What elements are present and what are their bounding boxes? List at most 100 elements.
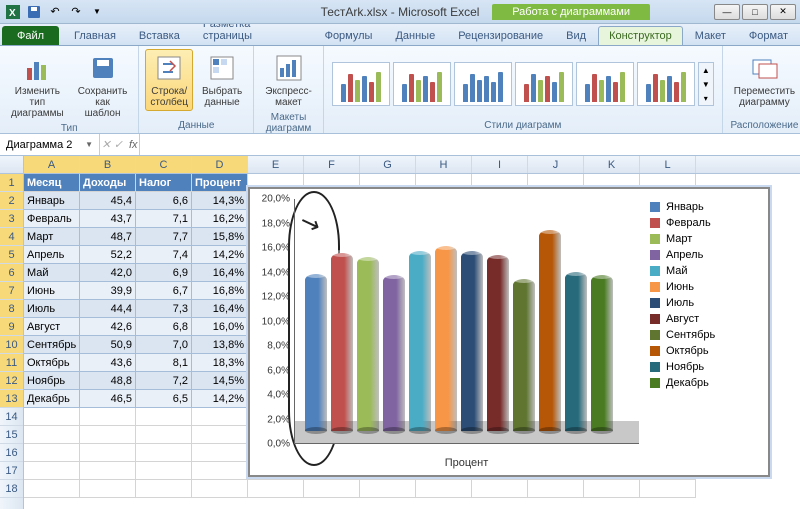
chart-bar[interactable] (487, 255, 509, 431)
tab-file[interactable]: Файл (2, 26, 59, 45)
cell[interactable] (640, 480, 696, 498)
cell[interactable] (472, 480, 528, 498)
cell[interactable]: 45,4 (80, 192, 136, 210)
cell[interactable]: Май (24, 264, 80, 282)
row-header[interactable]: 3 (0, 210, 23, 228)
cell[interactable]: Месяц (24, 174, 80, 192)
column-header[interactable]: L (640, 156, 696, 173)
row-header[interactable]: 11 (0, 354, 23, 372)
excel-icon[interactable]: X (4, 3, 22, 21)
column-header[interactable]: C (136, 156, 192, 173)
cell[interactable] (80, 444, 136, 462)
cell[interactable] (136, 444, 192, 462)
cell[interactable]: 48,7 (80, 228, 136, 246)
cell[interactable]: 46,5 (80, 390, 136, 408)
column-header[interactable]: D (192, 156, 248, 173)
cell[interactable]: 8,1 (136, 354, 192, 372)
cell[interactable]: 50,9 (80, 336, 136, 354)
chart-bar[interactable] (357, 257, 379, 431)
cell[interactable]: Доходы (80, 174, 136, 192)
row-header[interactable]: 4 (0, 228, 23, 246)
cell[interactable]: 6,9 (136, 264, 192, 282)
legend-item[interactable]: Июль (650, 297, 760, 309)
row-header[interactable]: 12 (0, 372, 23, 390)
chart-bar[interactable] (539, 230, 561, 431)
cell[interactable]: 43,6 (80, 354, 136, 372)
tab-chart-layout[interactable]: Макет (684, 26, 737, 45)
cell[interactable]: 14,5% (192, 372, 248, 390)
row-header[interactable]: 9 (0, 318, 23, 336)
cell[interactable] (248, 480, 304, 498)
cell[interactable]: Декабрь (24, 390, 80, 408)
tab-view[interactable]: Вид (555, 26, 597, 45)
gallery-nav-btn[interactable]: ▼ (699, 77, 713, 91)
tab-home[interactable]: Главная (63, 26, 127, 45)
legend-item[interactable]: Май (650, 265, 760, 277)
redo-icon[interactable]: ↷ (67, 3, 85, 21)
cell[interactable]: 15,8% (192, 228, 248, 246)
cell[interactable]: 16,4% (192, 264, 248, 282)
select-data-button[interactable]: Выбрать данные (197, 49, 247, 111)
cell[interactable] (584, 480, 640, 498)
cell[interactable]: 6,6 (136, 192, 192, 210)
cell[interactable]: Сентябрь (24, 336, 80, 354)
cell[interactable]: 42,6 (80, 318, 136, 336)
cell[interactable]: Июль (24, 300, 80, 318)
cell[interactable]: 7,2 (136, 372, 192, 390)
cell[interactable]: 44,4 (80, 300, 136, 318)
chart-style-thumb[interactable] (454, 62, 512, 106)
tab-review[interactable]: Рецензирование (447, 26, 554, 45)
cell[interactable] (136, 408, 192, 426)
legend-item[interactable]: Декабрь (650, 377, 760, 389)
cell[interactable]: 16,0% (192, 318, 248, 336)
cell[interactable]: Август (24, 318, 80, 336)
change-chart-type-button[interactable]: Изменить тип диаграммы (6, 49, 69, 122)
chart-plot-area[interactable] (294, 199, 639, 444)
column-header[interactable]: A (24, 156, 80, 173)
tab-formulas[interactable]: Формулы (314, 26, 384, 45)
row-header[interactable]: 15 (0, 426, 23, 444)
chart-bar[interactable] (513, 279, 535, 431)
maximize-button[interactable]: □ (742, 4, 768, 20)
cell[interactable] (192, 408, 248, 426)
legend-item[interactable]: Февраль (650, 217, 760, 229)
column-header[interactable]: F (304, 156, 360, 173)
cell[interactable]: 52,2 (80, 246, 136, 264)
row-header[interactable]: 6 (0, 264, 23, 282)
cell[interactable] (192, 480, 248, 498)
fx-button[interactable]: ✕ ✓ fx (100, 134, 140, 155)
chart-style-thumb[interactable] (637, 62, 695, 106)
column-header[interactable]: H (416, 156, 472, 173)
move-chart-button[interactable]: Переместить диаграмму (729, 49, 800, 111)
chart-style-thumb[interactable] (515, 62, 573, 106)
chart-legend[interactable]: ЯнварьФевральМартАпрельМайИюньИюльАвгуст… (650, 201, 760, 393)
cell[interactable] (24, 444, 80, 462)
minimize-button[interactable]: — (714, 4, 740, 20)
cell[interactable]: 6,5 (136, 390, 192, 408)
column-header[interactable]: B (80, 156, 136, 173)
legend-item[interactable]: Июнь (650, 281, 760, 293)
cell[interactable]: Январь (24, 192, 80, 210)
tab-chart-format[interactable]: Формат (738, 26, 799, 45)
chart-style-thumb[interactable] (393, 62, 451, 106)
row-header[interactable]: 17 (0, 462, 23, 480)
select-all-corner[interactable] (0, 156, 24, 174)
undo-icon[interactable]: ↶ (46, 3, 64, 21)
cell[interactable]: Апрель (24, 246, 80, 264)
column-header[interactable]: K (584, 156, 640, 173)
cell[interactable] (24, 462, 80, 480)
formula-input[interactable] (140, 134, 800, 155)
chart-bar[interactable] (461, 251, 483, 431)
cell[interactable] (24, 408, 80, 426)
cell[interactable]: 6,8 (136, 318, 192, 336)
cell[interactable]: 18,3% (192, 354, 248, 372)
cell[interactable]: 7,7 (136, 228, 192, 246)
cell[interactable]: 48,8 (80, 372, 136, 390)
row-header[interactable]: 2 (0, 192, 23, 210)
row-header[interactable]: 8 (0, 300, 23, 318)
cell[interactable]: Налог (136, 174, 192, 192)
chart-style-thumb[interactable] (576, 62, 634, 106)
save-template-button[interactable]: Сохранить как шаблон (73, 49, 133, 122)
row-header[interactable]: 14 (0, 408, 23, 426)
cell[interactable]: 16,4% (192, 300, 248, 318)
